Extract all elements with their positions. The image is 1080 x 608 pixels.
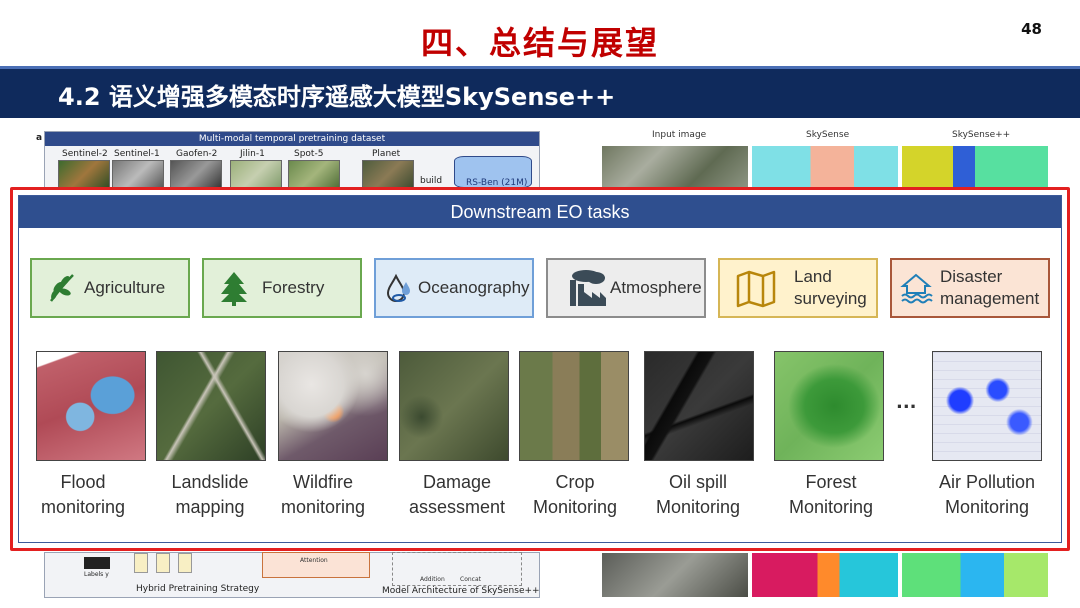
task-label-flood: Flood monitoring	[13, 470, 153, 520]
input-image-bottom	[602, 553, 748, 597]
ellipsis: ...	[896, 392, 917, 413]
crop-monitoring-image	[519, 351, 629, 461]
factory-icon	[562, 268, 610, 308]
category-label-line2: surveying	[794, 289, 867, 308]
source-label: Planet	[372, 149, 401, 159]
category-label: Disaster management	[940, 266, 1039, 310]
task-label-line1: Air Pollution	[938, 472, 1036, 492]
module-block	[178, 553, 192, 573]
forest-monitoring-image	[774, 351, 884, 461]
dataset-title: Multi-modal temporal pretraining dataset	[45, 132, 539, 146]
source-label: Jilin-1	[240, 149, 265, 159]
task-label-air-pollution: Air Pollution Monitoring	[917, 470, 1057, 520]
gaofen2-thumbnail	[170, 160, 222, 190]
figure-panel-label: a	[36, 133, 43, 143]
task-label-line1: Oil spill	[668, 472, 727, 492]
landslide-mapping-image	[156, 351, 266, 461]
column-label: Input image	[652, 130, 707, 140]
architecture-caption: Model Architecture of SkySense++	[382, 586, 540, 596]
air-pollution-monitoring-image	[932, 351, 1042, 461]
category-oceanography: Oceanography	[374, 258, 534, 318]
map-icon	[732, 268, 780, 308]
category-label: Oceanography	[418, 278, 530, 297]
page-number: 48	[1021, 20, 1042, 38]
category-forestry: Forestry	[202, 258, 362, 318]
legend-concat: Concat	[460, 576, 481, 583]
labels-text: Labels y	[84, 571, 109, 578]
module-block	[134, 553, 148, 573]
task-label-line1: Crop	[555, 472, 595, 492]
wildfire-monitoring-image	[278, 351, 388, 461]
attention-label: Attention	[300, 557, 328, 564]
skysense-result-image	[752, 146, 898, 190]
task-label-line2: monitoring	[280, 497, 366, 517]
skysense-result-bottom	[752, 553, 898, 597]
tree-icon	[212, 270, 256, 306]
task-label-line2: Monitoring	[788, 497, 874, 517]
task-label-line2: Monitoring	[655, 497, 741, 517]
build-label: build	[420, 176, 443, 186]
water-drop-icon	[382, 272, 418, 304]
category-agriculture: Agriculture	[30, 258, 190, 318]
category-disaster-management: Disaster management	[890, 258, 1050, 318]
modality-box	[392, 552, 522, 586]
task-label-crop: Crop Monitoring	[505, 470, 645, 520]
category-label-line1: Land	[794, 267, 832, 286]
category-land-surveying: Land surveying	[718, 258, 878, 318]
task-label-line1: Forest	[805, 472, 857, 492]
oil-spill-monitoring-image	[644, 351, 754, 461]
legend-addition: Addition	[420, 576, 445, 583]
source-label: Spot-5	[294, 149, 324, 159]
task-label-wildfire: Wildfire monitoring	[253, 470, 393, 520]
category-label: Forestry	[262, 278, 325, 297]
strategy-caption: Hybrid Pretraining Strategy	[136, 584, 260, 594]
labels-block	[84, 557, 110, 569]
task-label-line2: monitoring	[40, 497, 126, 517]
leaf-icon	[40, 271, 84, 305]
tasks-title: Downstream EO tasks	[450, 202, 630, 222]
category-label: Agriculture	[84, 278, 166, 297]
planet-thumbnail	[362, 160, 414, 190]
attention-block	[262, 552, 370, 578]
spot5-thumbnail	[288, 160, 340, 190]
flood-monitoring-image	[36, 351, 146, 461]
flood-house-icon	[898, 271, 934, 305]
source-label: Sentinel-1	[114, 149, 160, 159]
damage-assessment-image	[399, 351, 509, 461]
skysense-plus-result-image	[902, 146, 1048, 190]
category-label-line2: management	[940, 289, 1040, 308]
category-label: Atmosphere	[610, 278, 702, 297]
slide-title: 四、总结与展望	[420, 24, 659, 62]
column-label: SkySense++	[952, 130, 1011, 140]
task-label-line1: Wildfire	[292, 472, 353, 492]
category-label-line1: Disaster	[940, 267, 1003, 286]
module-block	[156, 553, 170, 573]
category-atmosphere: Atmosphere	[546, 258, 706, 318]
source-label: Sentinel-2	[62, 149, 108, 159]
sentinel2-thumbnail	[58, 160, 110, 190]
category-label: Land surveying	[794, 266, 867, 310]
section-title: 4.2 语义增强多模态时序遥感大模型SkySense++	[58, 83, 616, 111]
source-label: Gaofen-2	[176, 149, 218, 159]
jilin1-thumbnail	[230, 160, 282, 190]
task-label-line2: Monitoring	[532, 497, 618, 517]
column-label: SkySense	[806, 130, 850, 140]
skysense-plus-result-bottom	[902, 553, 1048, 597]
sentinel1-thumbnail	[112, 160, 164, 190]
task-label-line1: Flood	[60, 472, 106, 492]
task-label-line2: Monitoring	[944, 497, 1030, 517]
task-label-forest: Forest Monitoring	[761, 470, 901, 520]
input-image	[602, 146, 748, 190]
task-label-oil-spill: Oil spill Monitoring	[628, 470, 768, 520]
